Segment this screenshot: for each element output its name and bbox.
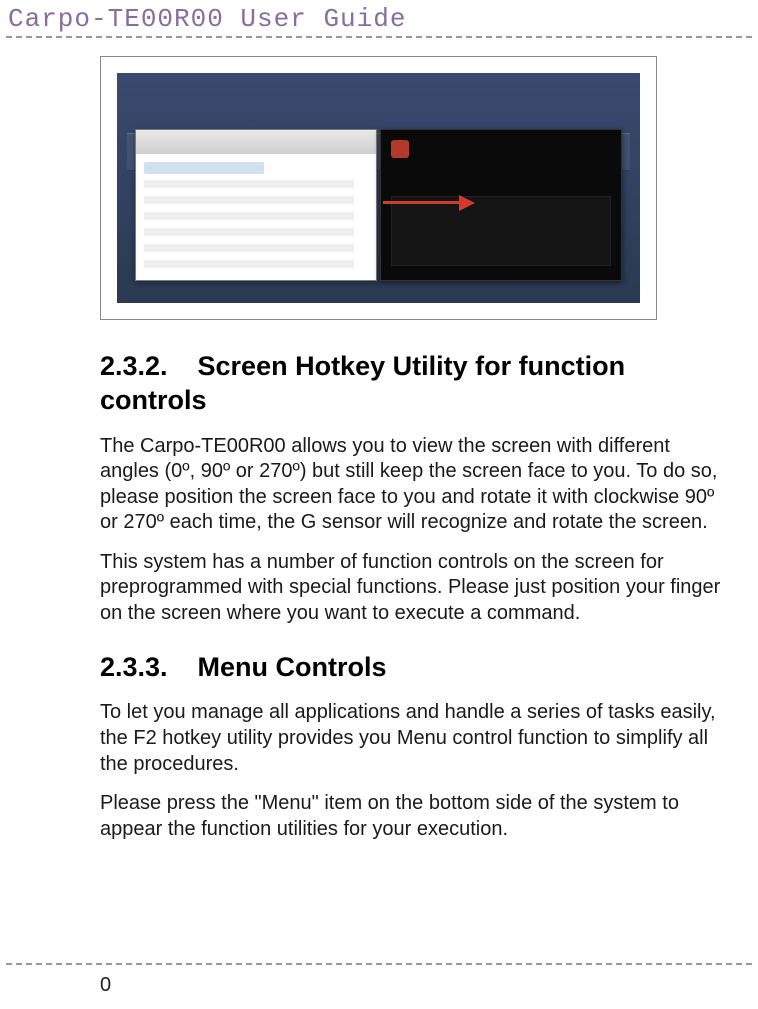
figure-icon (540, 202, 570, 258)
section-heading-233: 2.3.3. Menu Controls (100, 651, 730, 685)
figure-icon (504, 202, 534, 258)
page-number: 0 (100, 974, 111, 997)
figure-icon (575, 202, 605, 258)
paragraph: Please press the "Menu" item on the bott… (100, 791, 730, 842)
page-content: 2.3.2. Screen Hotkey Utility for functio… (0, 38, 758, 866)
figure-background (117, 73, 640, 303)
page-header-title: Carpo-TE00R00 User Guide (0, 0, 758, 36)
figure-screen-rotation (100, 56, 657, 320)
figure-icon (397, 202, 427, 258)
paragraph: The Carpo-TE00R00 allows you to view the… (100, 434, 730, 536)
section-number: 2.3.3. (100, 651, 190, 685)
figure-dark-window-icons (397, 202, 605, 258)
arrow-head-icon (459, 195, 475, 211)
figure-browser-body (136, 154, 376, 280)
figure-icon (433, 202, 463, 258)
figure-right-dark-window (380, 129, 622, 281)
paragraph: This system has a number of function con… (100, 550, 730, 627)
section-number: 2.3.2. (100, 350, 190, 384)
footer-divider (6, 963, 752, 965)
figure-left-browser-window (135, 129, 377, 281)
section-heading-232: 2.3.2. Screen Hotkey Utility for functio… (100, 350, 730, 418)
arrow-line-icon (383, 201, 461, 204)
section-title: Menu Controls (198, 652, 387, 682)
figure-browser-toolbar (136, 130, 376, 155)
paragraph: To let you manage all applications and h… (100, 700, 730, 777)
